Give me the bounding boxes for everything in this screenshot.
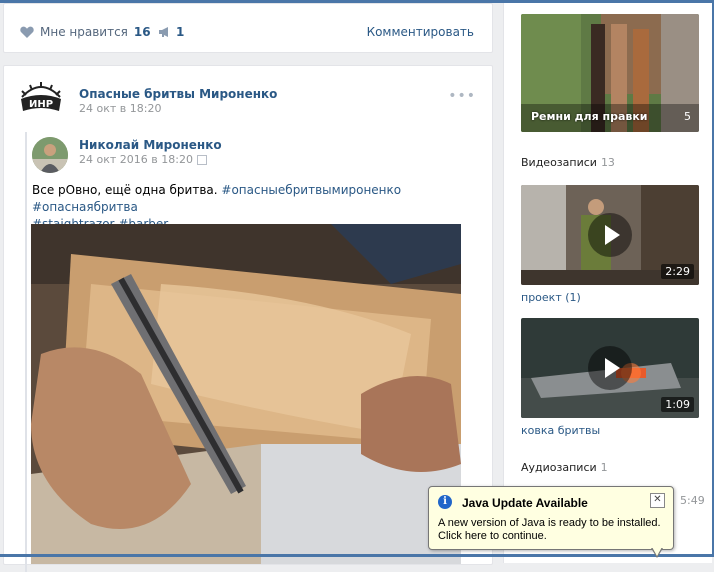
album-title: Ремни для правки — [531, 110, 648, 123]
repost-author-link[interactable]: Николай Мироненко — [79, 138, 222, 152]
repost-date[interactable]: 24 окт 2016 в 18:20 — [79, 153, 207, 166]
post-text-plain: Все рОвно, ещё одна бритва. — [32, 183, 218, 197]
play-icon — [588, 213, 632, 257]
videos-title: Видеозаписи — [521, 156, 597, 169]
like-label: Мне нравится — [40, 25, 128, 39]
sidebar: Ремни для правки 5 Видеозаписи 13 2:29 пр… — [503, 3, 712, 563]
author-avatar[interactable] — [32, 137, 68, 173]
group-name-link[interactable]: Опасные бритвы Мироненко — [79, 87, 277, 101]
repost-date-text: 24 окт 2016 в 18:20 — [79, 153, 193, 166]
audio-count: 1 — [600, 461, 608, 474]
notification-line: Click here to continue. — [438, 530, 547, 542]
like-button[interactable]: Мне нравится 16 — [20, 25, 151, 39]
like-count: 16 — [133, 25, 151, 39]
share-count: 1 — [176, 25, 185, 39]
album-count: 5 — [684, 110, 691, 123]
audio-title: Аудиозаписи — [521, 461, 597, 474]
album-cover[interactable]: Ремни для правки 5 — [521, 14, 699, 132]
share-button[interactable]: 1 — [158, 25, 184, 39]
megaphone-icon — [159, 27, 168, 37]
post-card: ИНР Опасные бритвы Мироненко 24 окт в 18… — [3, 65, 493, 572]
post-date[interactable]: 24 окт в 18:20 — [79, 102, 161, 115]
close-icon[interactable]: ✕ — [650, 493, 665, 508]
video-thumbnail[interactable]: 1:09 — [521, 318, 699, 418]
more-options-icon[interactable]: ••• — [448, 88, 476, 104]
group-logo-text: ИНР — [29, 99, 53, 110]
video-title-link[interactable]: проект (1) — [521, 291, 581, 304]
video-thumbnail[interactable]: 2:29 — [521, 185, 699, 285]
java-update-notification[interactable]: i Java Update Available ✕ A new version … — [428, 486, 674, 558]
post-actions-card: Мне нравится 16 1 Комментировать — [3, 3, 493, 53]
video-title-link[interactable]: ковка бритвы — [521, 424, 600, 437]
play-icon — [588, 346, 632, 390]
comment-link[interactable]: Комментировать — [367, 25, 474, 39]
balloon-tail-fill — [652, 547, 662, 556]
repost-indicator — [25, 132, 27, 572]
hashtag-link[interactable]: #опасныебритвымироненко — [221, 183, 401, 197]
video-duration: 2:29 — [661, 264, 694, 279]
notification-title: Java Update Available — [462, 496, 588, 510]
videos-count: 13 — [600, 156, 615, 169]
audio-header[interactable]: Аудиозаписи 1 — [521, 461, 608, 474]
video-duration: 1:09 — [661, 397, 694, 412]
audio-duration: 5:49 — [680, 494, 705, 507]
calendar-icon — [196, 154, 207, 165]
heart-icon — [20, 26, 34, 38]
notification-message[interactable]: A new version of Java is ready to be ins… — [438, 517, 664, 543]
info-icon: i — [438, 495, 452, 509]
post-photo[interactable] — [31, 224, 461, 564]
group-logo[interactable]: ИНР — [18, 81, 64, 119]
hashtag-link[interactable]: #опаснаябритва — [32, 200, 138, 214]
notification-line: A new version of Java is ready to be ins… — [438, 517, 661, 529]
videos-header[interactable]: Видеозаписи 13 — [521, 156, 615, 169]
